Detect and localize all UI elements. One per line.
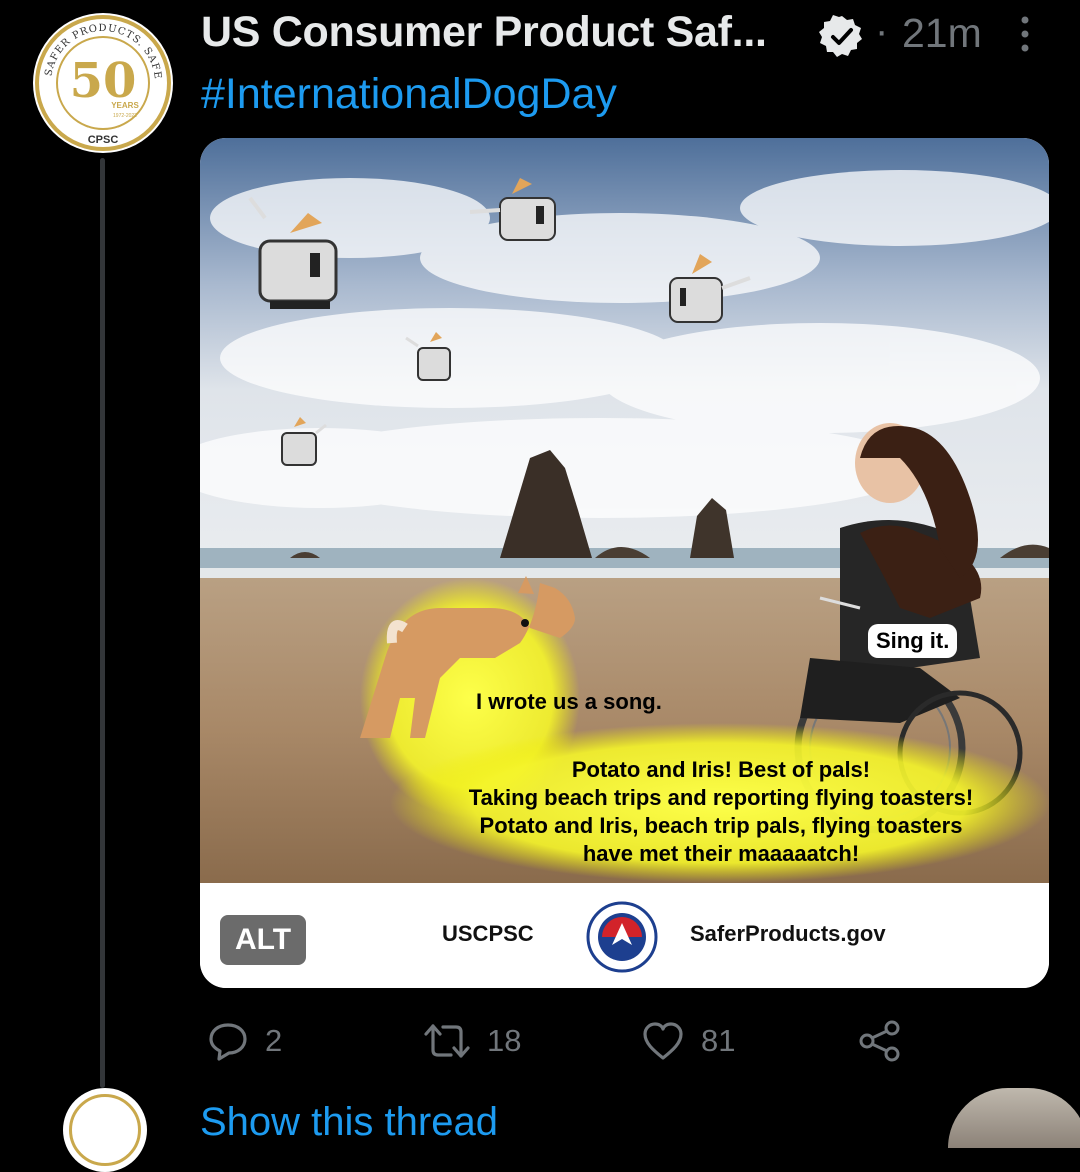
song-line: Potato and Iris, beach trip pals, flying… <box>479 813 963 838</box>
cpsc-50-years-logo: 50 YEARS 1972-2022 SAFER PRODUCTS. SAFER… <box>33 13 171 151</box>
dog-speech-text: I wrote us a song. <box>476 689 662 714</box>
media-footer-strip: ALT USCPSC SaferProducts.gov <box>200 883 1049 988</box>
next-tweet-media-thumbnail[interactable] <box>948 1088 1080 1148</box>
avatar-years-label: YEARS <box>111 101 139 110</box>
header-separator: · <box>875 9 889 53</box>
song-line: Taking beach trips and reporting flying … <box>468 785 974 810</box>
tweet-hashtag-link[interactable]: #InternationalDogDay <box>201 70 617 119</box>
avatar-org-label: CPSC <box>88 134 119 146</box>
reply-icon <box>209 1023 247 1061</box>
verified-icon <box>819 15 862 57</box>
tweet-media-card[interactable]: I wrote us a song. Potato and Iris! Best… <box>200 138 1049 988</box>
alt-text-badge[interactable]: ALT <box>220 915 306 965</box>
reply-count: 2 <box>265 1023 283 1058</box>
retweet-count: 18 <box>487 1023 522 1058</box>
next-tweet-avatar[interactable] <box>63 1088 147 1172</box>
next-avatar-ring <box>69 1094 141 1166</box>
more-icon[interactable] <box>1010 10 1040 60</box>
avatar-year-range: 1972-2022 <box>113 113 137 119</box>
retweet-button[interactable]: 18 <box>423 1016 521 1066</box>
retweet-icon <box>424 1024 470 1058</box>
song-line: Potato and Iris! Best of pals! <box>571 757 871 782</box>
like-count: 81 <box>701 1023 736 1058</box>
song-line: have met their maaaaatch! <box>582 841 860 866</box>
iris-speech-bubble: Sing it. <box>868 624 958 658</box>
brand-handle-label: USCPSC <box>442 921 534 946</box>
author-avatar[interactable]: 50 YEARS 1972-2022 SAFER PRODUCTS. SAFER… <box>33 13 173 153</box>
show-thread-link[interactable]: Show this thread <box>200 1100 498 1145</box>
reply-button[interactable]: 2 <box>207 1016 282 1066</box>
like-button[interactable]: 81 <box>641 1016 735 1066</box>
song-lyrics: Potato and Iris! Best of pals! Taking be… <box>406 756 1036 868</box>
cpsc-seal-icon <box>586 901 658 973</box>
share-button[interactable] <box>858 1016 902 1066</box>
share-icon <box>859 1020 900 1062</box>
thread-connector-line <box>100 158 105 1088</box>
tweet-timestamp[interactable]: 21m <box>902 10 982 57</box>
brand-website-label: SaferProducts.gov <box>690 921 886 946</box>
like-icon <box>643 1022 683 1060</box>
author-name[interactable]: US Consumer Product Saf... <box>201 8 801 57</box>
